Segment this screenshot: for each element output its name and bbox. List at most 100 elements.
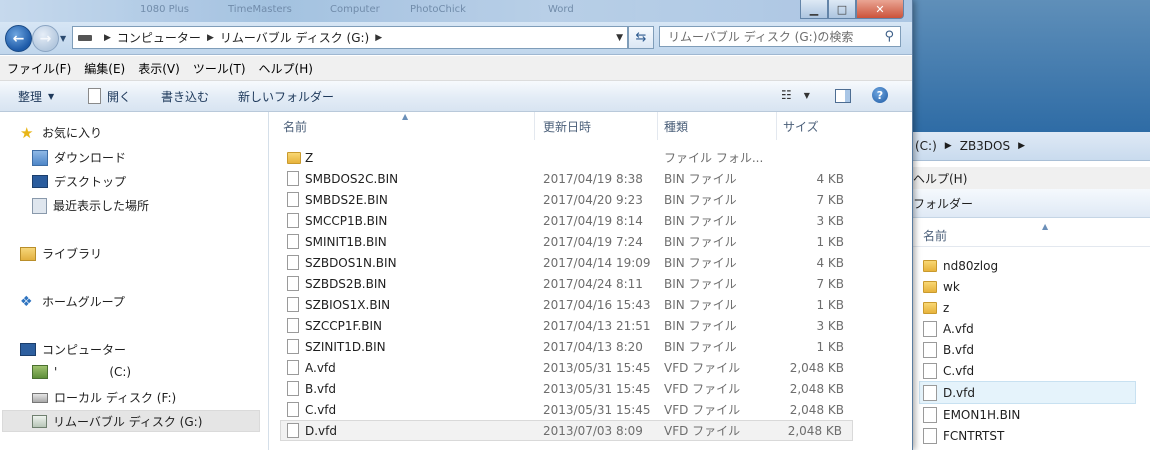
address-dropdown-icon[interactable]: ▼ — [616, 33, 623, 43]
minimize-button[interactable]: ▁ — [800, 0, 828, 19]
file-type: BIN ファイル — [664, 214, 737, 228]
file-row[interactable]: SMBDS2E.BIN 2017/04/20 9:23 BIN ファイル 7 KB — [281, 189, 854, 210]
menu-bar: ファイル(F) 編集(E) 表示(V) ツール(T) ヘルプ(H) — [0, 56, 912, 81]
local-disk-icon — [32, 392, 48, 403]
maximize-button[interactable]: □ — [828, 0, 856, 19]
background-explorer-window[interactable]: (C:) ▶ ZB3DOS ▶ ヘルプ(H) フォルダー 名前 ▲ nd80zl… — [905, 132, 1150, 450]
menu-help[interactable]: ヘルプ(H) — [252, 60, 319, 77]
file-size: 3 KB — [816, 213, 844, 228]
burn-button[interactable]: 書き込む — [161, 88, 209, 105]
sidebar-item-drive-f[interactable]: ローカル ディスク (F:) — [32, 389, 176, 406]
help-icon[interactable]: ? — [872, 87, 888, 103]
file-icon — [923, 320, 937, 337]
win2-column-header-name[interactable]: 名前 ▲ — [905, 222, 1150, 247]
address-bar[interactable]: ▶ コンピューター ▶ リムーバブル ディスク (G:) ▶ ▼ — [72, 26, 628, 49]
sidebar-item-downloads[interactable]: ダウンロード — [32, 149, 126, 166]
window-titlebar[interactable]: 1080 Plus TimeMasters Computer PhotoChic… — [0, 0, 912, 22]
sidebar-item-desktop[interactable]: デスクトップ — [32, 173, 126, 190]
new-folder-button[interactable]: 新しいフォルダー — [238, 88, 334, 105]
win2-menu-help[interactable]: ヘルプ(H) — [913, 170, 967, 187]
sidebar-computer[interactable]: コンピューター — [20, 341, 126, 358]
win2-item-name: EMON1H.BIN — [943, 407, 1021, 422]
sidebar-favorites[interactable]: ★ お気に入り — [20, 124, 102, 141]
file-row[interactable]: A.vfd 2013/05/31 15:45 VFD ファイル 2,048 KB — [281, 357, 854, 378]
sidebar-libraries[interactable]: ライブラリ — [20, 245, 102, 262]
recent-pages-dropdown-icon[interactable]: ▼ — [60, 34, 66, 43]
breadcrumb-arrow-icon[interactable]: ▶ — [207, 33, 214, 43]
file-row[interactable]: B.vfd 2013/05/31 15:45 VFD ファイル 2,048 KB — [281, 378, 854, 399]
organize-button[interactable]: 整理 ▼ — [18, 88, 54, 105]
computer-icon — [20, 343, 36, 356]
file-row[interactable]: SMINIT1B.BIN 2017/04/19 7:24 BIN ファイル 1 KB — [281, 231, 854, 252]
win2-item-name: wk — [943, 279, 960, 294]
file-row[interactable]: SZCCP1F.BIN 2017/04/13 21:51 BIN ファイル 3 KB — [281, 315, 854, 336]
win2-breadcrumb-drive[interactable]: (C:) — [915, 139, 937, 153]
breadcrumb-removable-disk[interactable]: リムーバブル ディスク (G:) — [220, 29, 369, 46]
file-row[interactable]: SMCCP1B.BIN 2017/04/19 8:14 BIN ファイル 3 KB — [281, 210, 854, 231]
win2-list-item[interactable]: C.vfd — [923, 360, 1138, 381]
win2-new-folder-button[interactable]: フォルダー — [913, 195, 973, 212]
sidebar-item-drive-c[interactable]: ' (C:) — [32, 365, 131, 379]
search-icon[interactable]: ⚲ — [884, 29, 894, 44]
breadcrumb-computer[interactable]: コンピューター — [117, 29, 201, 46]
menu-tools[interactable]: ツール(T) — [186, 60, 252, 77]
win2-breadcrumb-folder[interactable]: ZB3DOS — [960, 139, 1010, 153]
column-header-date[interactable]: 更新日時 — [537, 112, 658, 140]
new-folder-label: 新しいフォルダー — [238, 89, 335, 104]
file-row[interactable]: D.vfd 2013/07/03 8:09 VFD ファイル 2,048 KB — [280, 420, 853, 441]
file-icon — [287, 297, 299, 312]
file-date: 2017/04/24 8:11 — [543, 276, 643, 291]
column-header-type[interactable]: 種類 — [658, 112, 777, 140]
file-row[interactable]: SZINIT1D.BIN 2017/04/13 8:20 BIN ファイル 1 KB — [281, 336, 854, 357]
breadcrumb-arrow-icon[interactable]: ▶ — [104, 33, 111, 43]
win2-list-item[interactable]: wk — [923, 276, 1138, 297]
search-input[interactable]: リムーバブル ディスク (G:)の検索 ⚲ — [659, 26, 901, 47]
file-icon — [287, 213, 299, 228]
file-row[interactable]: SZBDS2B.BIN 2017/04/24 8:11 BIN ファイル 7 KB — [281, 273, 854, 294]
sidebar-computer-label: コンピューター — [42, 343, 127, 357]
file-row[interactable]: C.vfd 2013/05/31 15:45 VFD ファイル 2,048 KB — [281, 399, 854, 420]
open-button[interactable]: 開く — [88, 88, 131, 105]
file-row[interactable]: SMBDOS2C.BIN 2017/04/19 8:38 BIN ファイル 4 KB — [281, 168, 854, 189]
win2-list-item[interactable]: z — [923, 297, 1138, 318]
downloads-folder-icon — [32, 149, 48, 166]
star-icon: ★ — [20, 123, 34, 142]
search-placeholder: リムーバブル ディスク (G:)の検索 — [668, 30, 854, 44]
change-view-button[interactable]: ☷ ▼ — [781, 88, 810, 102]
back-button[interactable]: ← — [5, 25, 32, 52]
file-icon — [923, 406, 937, 423]
refresh-button[interactable]: ⇆ — [628, 26, 654, 49]
win2-command-bar: フォルダー — [905, 189, 1150, 218]
file-name: SMBDOS2C.BIN — [305, 171, 399, 186]
preview-pane-icon[interactable] — [835, 89, 851, 103]
forward-button[interactable]: → — [32, 25, 59, 52]
file-row[interactable]: SZBIOS1X.BIN 2017/04/16 15:43 BIN ファイル 1 KB — [281, 294, 854, 315]
win2-list-item[interactable]: FCNTRTST — [923, 425, 1138, 446]
file-row[interactable]: Z ファイル フォル... — [281, 147, 854, 168]
menu-edit[interactable]: 編集(E) — [77, 60, 131, 77]
column-header-size[interactable]: サイズ — [777, 112, 857, 140]
win2-address-bar[interactable]: (C:) ▶ ZB3DOS ▶ — [905, 132, 1150, 161]
win2-list-item[interactable]: D.vfd — [919, 381, 1136, 404]
win2-list-item[interactable]: B.vfd — [923, 339, 1138, 360]
organize-label: 整理 — [18, 89, 43, 104]
file-size: 2,048 KB — [789, 402, 844, 417]
menu-view[interactable]: 表示(V) — [131, 60, 186, 77]
file-list-pane: 名前 ▲ 更新日時 種類 サイズ Z ファイル フォル... SMBDOS2C.BI… — [269, 112, 912, 450]
file-row[interactable]: SZBDOS1N.BIN 2017/04/14 19:09 BIN ファイル 4 KB — [281, 252, 854, 273]
column-label: 更新日時 — [543, 119, 592, 134]
maximize-icon: □ — [836, 2, 848, 16]
sidebar-homegroup[interactable]: ❖ ホームグループ — [20, 293, 125, 310]
file-icon — [287, 360, 299, 375]
breadcrumb-arrow-icon: ▶ — [1018, 141, 1026, 151]
close-button[interactable]: ✕ — [856, 0, 904, 19]
file-icon — [923, 384, 937, 401]
breadcrumb-arrow-icon[interactable]: ▶ — [375, 33, 382, 43]
sidebar-item-recent-places[interactable]: 最近表示した場所 — [32, 197, 149, 214]
sidebar-item-drive-g[interactable]: リムーバブル ディスク (G:) — [2, 410, 260, 432]
win2-list-item[interactable]: EMON1H.BIN — [923, 404, 1138, 425]
win2-list-item[interactable]: A.vfd — [923, 318, 1138, 339]
win2-list-item[interactable]: nd80zlog — [923, 255, 1138, 276]
menu-file[interactable]: ファイル(F) — [0, 60, 77, 77]
folder-icon — [923, 301, 937, 314]
